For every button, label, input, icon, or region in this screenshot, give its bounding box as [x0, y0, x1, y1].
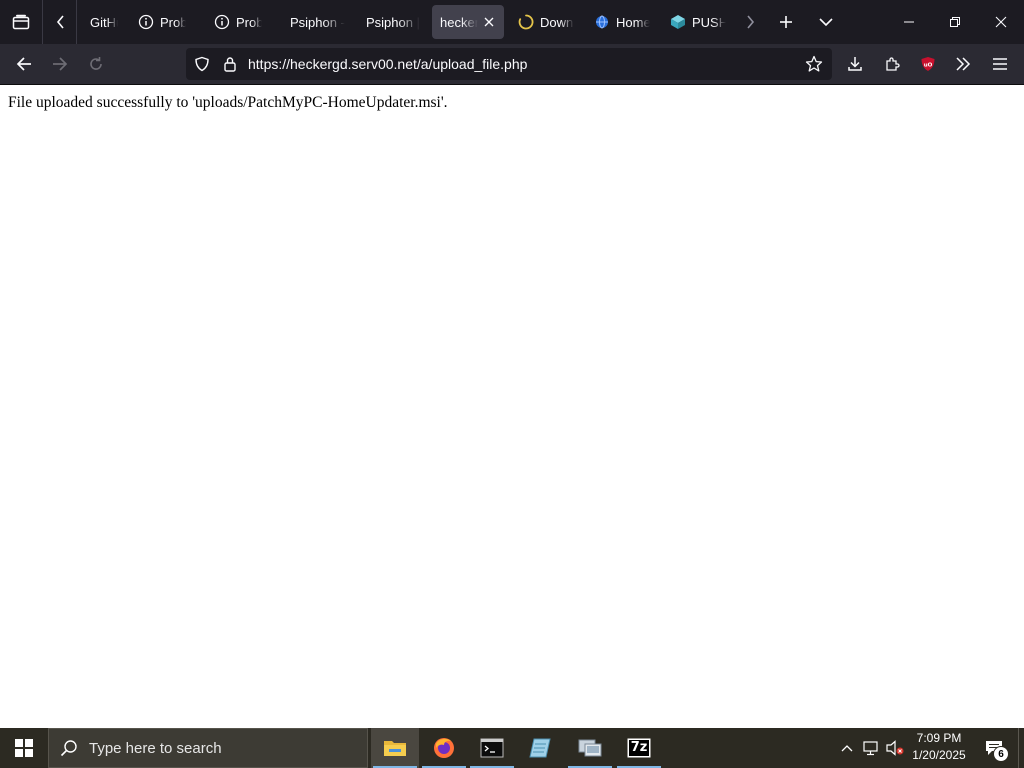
puzzle-piece-icon: [886, 57, 900, 71]
terminal-icon: [480, 738, 504, 758]
teal-cube-icon: [670, 14, 686, 30]
show-hidden-icons-button[interactable]: [836, 728, 858, 768]
tab-title: Psiphon |: [366, 14, 420, 30]
new-tab-button[interactable]: [770, 0, 802, 44]
close-window-button[interactable]: [978, 0, 1024, 44]
search-icon: [49, 729, 89, 767]
7zip-label: 7z: [630, 740, 648, 755]
volume-muted-icon: [886, 740, 904, 756]
info-icon: [214, 14, 230, 30]
forward-button[interactable]: [44, 48, 76, 80]
plus-icon: [780, 16, 792, 28]
tab-downloading[interactable]: Downloading: [510, 5, 582, 39]
tab-psiphon-2[interactable]: Psiphon |: [358, 5, 430, 39]
arrow-right-icon: [53, 57, 68, 71]
url-text[interactable]: https://heckergd.serv00.net/a/upload_fil…: [248, 56, 527, 72]
taskbar-clock[interactable]: 7:09 PM 1/20/2025: [906, 730, 972, 766]
clock-time: 7:09 PM: [916, 731, 962, 745]
lock-icon[interactable]: [216, 48, 244, 80]
tab-heckergd-selected[interactable]: heckergd: [432, 5, 504, 39]
back-button[interactable]: [8, 48, 40, 80]
tab-title: Problem loading page: [160, 14, 186, 30]
more-tools-button[interactable]: [947, 48, 979, 80]
volume-button[interactable]: [884, 728, 906, 768]
tab-title: PUSH: [692, 14, 726, 30]
tab-problem-loading-2[interactable]: Problem loading page: [206, 5, 270, 39]
double-chevron-right-icon: [956, 57, 971, 71]
svg-text:uO: uO: [924, 63, 933, 69]
tab-title: Home: [616, 14, 650, 30]
ublock-origin-icon: uO: [921, 57, 935, 71]
system-app-icon: [578, 739, 602, 757]
taskbar-system-app[interactable]: [566, 728, 614, 768]
upload-status-message: File uploaded successfully to 'uploads/P…: [8, 94, 448, 111]
extensions-button[interactable]: [876, 48, 908, 80]
tab-title: heckergd: [440, 14, 478, 30]
notification-count-badge: 6: [993, 746, 1009, 762]
clock-date: 1/20/2025: [912, 748, 966, 762]
hamburger-menu-icon: [993, 58, 1007, 70]
tab-problem-loading-1[interactable]: Problem loading page: [130, 5, 194, 39]
tab-strip-separator: [42, 0, 43, 44]
restore-button[interactable]: [932, 0, 978, 44]
taskbar-file-explorer[interactable]: [371, 728, 419, 768]
chevron-down-icon: [819, 18, 833, 27]
notepad-icon: [529, 738, 551, 758]
minimize-button[interactable]: [886, 0, 932, 44]
taskbar-search-box[interactable]: Type here to search: [48, 728, 368, 768]
firefox-view-icon: [12, 14, 30, 30]
info-icon: [138, 14, 154, 30]
close-tab-icon[interactable]: [482, 15, 496, 29]
chevron-right-icon: [747, 15, 755, 29]
start-button[interactable]: [0, 728, 48, 768]
page-content: File uploaded successfully to 'uploads/P…: [0, 85, 1024, 728]
chevron-left-icon: [56, 15, 64, 29]
folder-icon: [384, 741, 406, 756]
minimize-icon: [904, 21, 914, 23]
app-menu-button[interactable]: [984, 48, 1016, 80]
reload-icon: [90, 57, 102, 70]
windows-taskbar: Type here to search 7z 7:09 PM 1/20/2025: [0, 728, 1024, 768]
downloads-button[interactable]: [839, 48, 871, 80]
close-icon: [995, 16, 1007, 28]
ublock-origin-button[interactable]: uO: [912, 48, 944, 80]
tracking-protection-shield-icon[interactable]: [188, 48, 216, 80]
tab-github[interactable]: GitHub: [70, 5, 126, 39]
reload-button[interactable]: [80, 48, 112, 80]
taskbar-notepad[interactable]: [516, 728, 564, 768]
blue-globe-icon: [594, 14, 610, 30]
tab-title: Psiphon -: [290, 14, 345, 30]
url-bar[interactable]: https://heckergd.serv00.net/a/upload_fil…: [186, 48, 832, 80]
scroll-tabs-right-button[interactable]: [738, 0, 762, 44]
firefox-icon: [434, 738, 454, 758]
tab-title: Problem loading page: [236, 14, 262, 30]
arrow-left-icon: [16, 57, 31, 71]
tab-push[interactable]: PUSH: [662, 5, 734, 39]
chevron-up-icon: [841, 745, 853, 752]
tab-home[interactable]: Home: [586, 5, 658, 39]
navigation-toolbar: https://heckergd.serv00.net/a/upload_fil…: [0, 44, 1024, 84]
bookmark-star-icon[interactable]: [800, 48, 828, 80]
taskbar-firefox[interactable]: [420, 728, 468, 768]
windows-logo-icon: [15, 739, 33, 757]
show-desktop-button[interactable]: [1018, 728, 1024, 768]
list-all-tabs-button[interactable]: [810, 0, 842, 44]
loading-icon: [518, 14, 534, 30]
taskbar-terminal[interactable]: [468, 728, 516, 768]
tab-psiphon-1[interactable]: Psiphon -: [282, 5, 354, 39]
firefox-view-button[interactable]: [0, 0, 42, 44]
download-icon: [848, 57, 862, 71]
action-center-button[interactable]: 6: [976, 728, 1012, 768]
network-disconnected-icon: [863, 741, 878, 756]
search-placeholder: Type here to search: [89, 739, 222, 757]
restore-icon: [950, 17, 960, 27]
tab-title: GitHub: [90, 14, 118, 30]
github-icon: [78, 14, 84, 30]
tab-strip: GitHub Problem loading page Problem load…: [0, 0, 1024, 44]
network-status-button[interactable]: [860, 728, 882, 768]
tab-title: Downloading: [540, 14, 574, 30]
taskbar-7zip[interactable]: 7z: [615, 728, 663, 768]
